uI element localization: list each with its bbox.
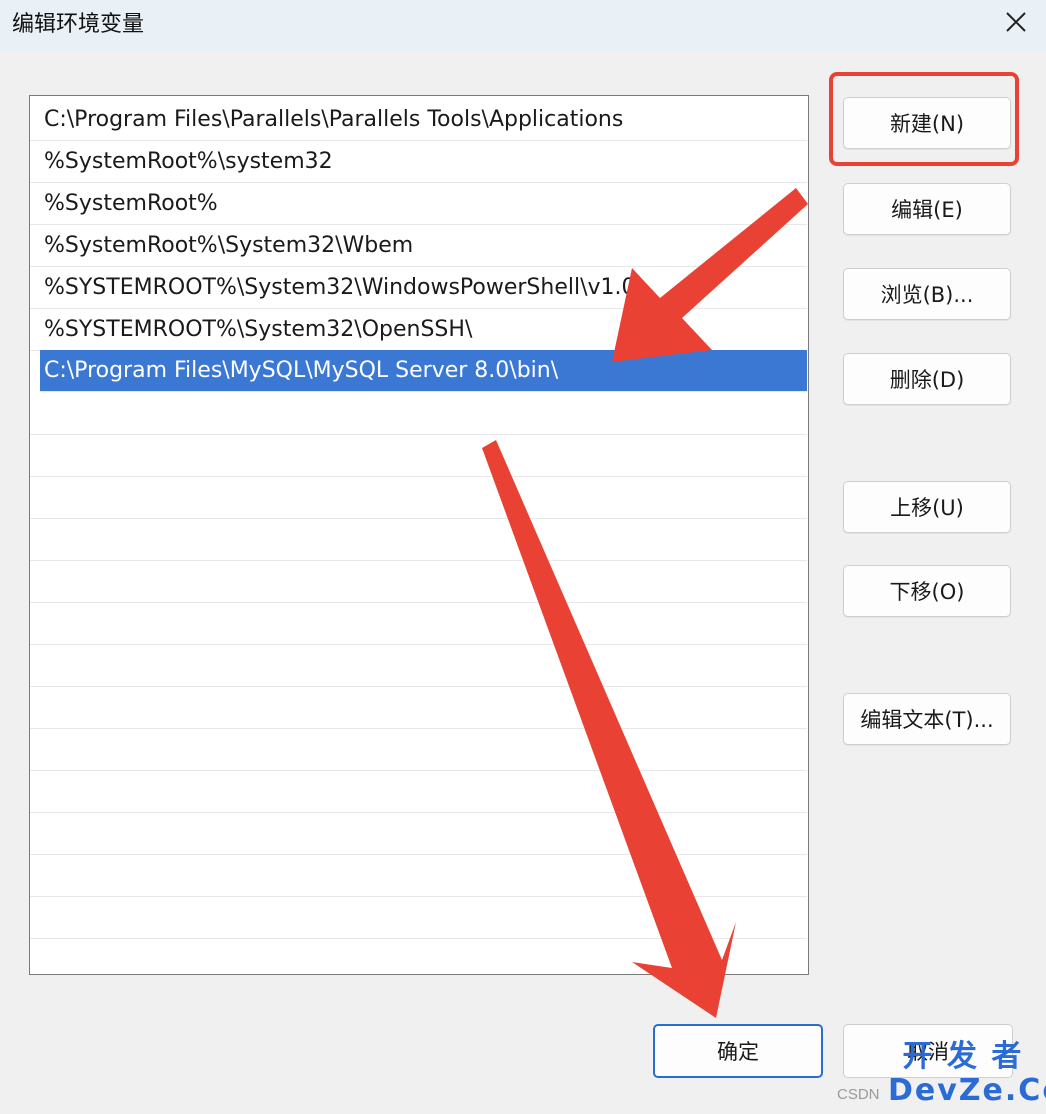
list-item[interactable]: %SystemRoot%\system32: [30, 141, 807, 183]
list-empty-row: [30, 813, 807, 855]
list-empty-row: [30, 393, 807, 435]
list-empty-row: [30, 561, 807, 603]
dialog-title: 编辑环境变量: [12, 12, 145, 37]
watermark-source: CSDN: [837, 1086, 880, 1103]
list-item[interactable]: %SYSTEMROOT%\System32\WindowsPowerShell\…: [30, 267, 807, 309]
title-bar: 编辑环境变量: [0, 0, 1046, 52]
list-empty-row: [30, 477, 807, 519]
list-empty-row: [30, 645, 807, 687]
watermark-line1: 开 发 者: [902, 1039, 1024, 1074]
list-item[interactable]: %SystemRoot%\System32\Wbem: [30, 225, 807, 267]
move-down-button[interactable]: 下移(O): [843, 565, 1011, 617]
list-item[interactable]: %SystemRoot%: [30, 183, 807, 225]
list-empty-row: [30, 519, 807, 561]
edit-text-button[interactable]: 编辑文本(T)...: [843, 693, 1011, 745]
delete-button[interactable]: 删除(D): [843, 353, 1011, 405]
list-empty-row: [30, 435, 807, 477]
list-item[interactable]: C:\Program Files\Parallels\Parallels Too…: [30, 99, 807, 141]
watermark-line2: DevZe.CoM: [888, 1073, 1046, 1108]
path-list[interactable]: C:\Program Files\Parallels\Parallels Too…: [29, 95, 809, 975]
list-empty-row: [30, 771, 807, 813]
list-empty-row: [30, 687, 807, 729]
list-empty-row: [30, 729, 807, 771]
ok-button[interactable]: 确定: [653, 1024, 823, 1078]
move-up-button[interactable]: 上移(U): [843, 481, 1011, 533]
edit-button[interactable]: 编辑(E): [843, 183, 1011, 235]
list-empty-row: [30, 855, 807, 897]
watermark-logo: 开 发 者 DevZe.CoM: [888, 1039, 1046, 1108]
browse-button[interactable]: 浏览(B)...: [843, 268, 1011, 320]
new-button[interactable]: 新建(N): [843, 97, 1011, 149]
close-icon: [1006, 12, 1026, 32]
list-item-selected[interactable]: C:\Program Files\MySQL\MySQL Server 8.0\…: [40, 350, 807, 392]
close-button[interactable]: [996, 2, 1036, 42]
list-empty-row: [30, 897, 807, 939]
list-item[interactable]: %SYSTEMROOT%\System32\OpenSSH\: [30, 309, 807, 351]
list-empty-row: [30, 603, 807, 645]
